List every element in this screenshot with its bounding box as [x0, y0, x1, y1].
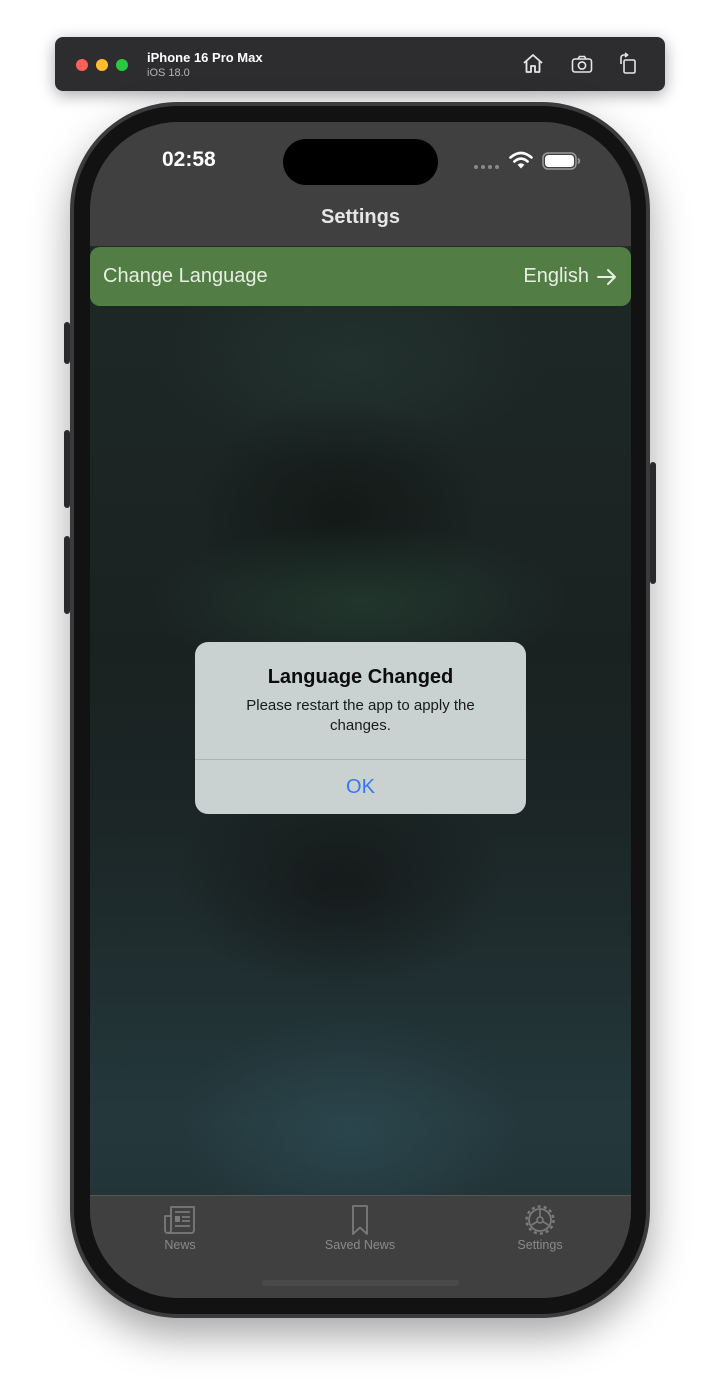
close-window-button[interactable] — [76, 59, 88, 71]
status-time: 02:58 — [162, 148, 216, 171]
change-language-label: Change Language — [103, 265, 268, 287]
battery-icon — [542, 152, 581, 170]
power-button — [650, 462, 656, 584]
navigation-bar: 02:58 Settings — [90, 122, 631, 247]
home-indicator — [262, 1280, 459, 1286]
alert-ok-button[interactable]: OK — [195, 760, 526, 814]
screenshot-icon[interactable] — [570, 52, 594, 76]
dynamic-island — [283, 139, 438, 185]
rotate-icon[interactable] — [616, 52, 640, 76]
device-screen: 02:58 Settings Change Language English L… — [90, 122, 631, 1298]
language-changed-alert: Language Changed Please restart the app … — [195, 642, 526, 814]
gear-icon — [525, 1205, 555, 1235]
current-language-value: English — [523, 265, 589, 287]
arrow-right-icon — [597, 269, 616, 285]
tab-news[interactable]: News — [125, 1204, 235, 1252]
change-language-row[interactable]: Change Language English — [90, 247, 631, 306]
simulator-device-name: iPhone 16 Pro Max — [147, 50, 263, 65]
volume-up-button — [64, 430, 70, 508]
tab-settings-label: Settings — [517, 1238, 563, 1252]
tab-saved-news[interactable]: Saved News — [305, 1204, 415, 1252]
minimize-window-button[interactable] — [96, 59, 108, 71]
alert-message: Please restart the app to apply the chan… — [246, 697, 475, 734]
alert-title: Language Changed — [267, 666, 454, 688]
zoom-window-button[interactable] — [116, 59, 128, 71]
tab-settings[interactable]: Settings — [485, 1204, 595, 1252]
volume-down-button — [64, 536, 70, 614]
home-icon[interactable] — [521, 52, 545, 76]
tab-news-label: News — [164, 1238, 196, 1252]
tab-saved-news-label: Saved News — [324, 1238, 396, 1252]
wifi-icon — [509, 151, 533, 169]
action-button — [64, 322, 70, 364]
simulator-toolbar: iPhone 16 Pro Max iOS 18.0 — [55, 37, 665, 91]
newspaper-icon — [164, 1206, 195, 1234]
simulator-os-version: iOS 18.0 — [147, 67, 190, 79]
cellular-signal-icon — [474, 165, 499, 169]
page-title: Settings — [321, 206, 400, 228]
bookmark-icon — [352, 1205, 368, 1235]
